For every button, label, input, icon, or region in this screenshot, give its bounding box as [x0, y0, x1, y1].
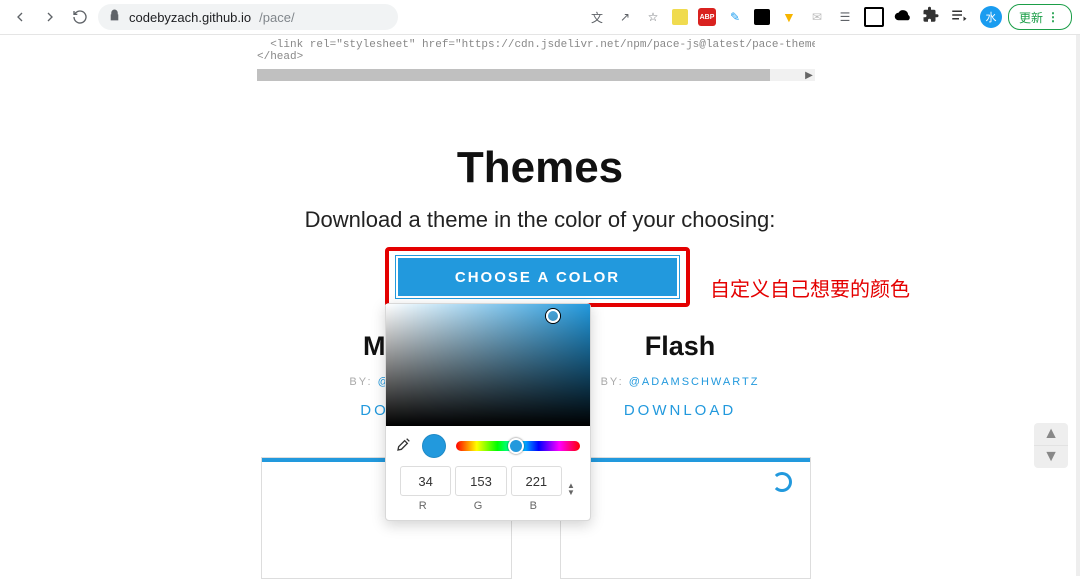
- menu-extension-icon[interactable]: ☰: [836, 8, 854, 26]
- code-horizontal-scrollbar[interactable]: ▶: [257, 69, 815, 81]
- forward-button[interactable]: [38, 5, 62, 29]
- download-extension-icon[interactable]: ▼: [780, 8, 798, 26]
- cloud-extension-icon[interactable]: [894, 6, 912, 29]
- scroll-down-button[interactable]: ▼: [1034, 446, 1068, 468]
- vertical-scrollbar[interactable]: [1076, 35, 1080, 576]
- r-input[interactable]: [400, 466, 451, 496]
- author-link[interactable]: @ADAMSCHWARTZ: [629, 376, 760, 388]
- preview-progress-bar: [561, 458, 810, 462]
- eyedropper-icon[interactable]: [396, 436, 412, 457]
- color-mode-stepper[interactable]: ▲ ▼: [566, 466, 576, 512]
- by-label: BY:: [601, 376, 624, 388]
- lock-icon: [108, 9, 121, 25]
- grid-extension-icon[interactable]: [754, 9, 770, 25]
- chevron-down-icon: ▼: [567, 489, 575, 496]
- update-label: 更新: [1019, 9, 1043, 26]
- share-icon[interactable]: ↗: [616, 8, 634, 26]
- r-label: R: [400, 500, 445, 512]
- address-bar[interactable]: codebyzach.github.io/pace/: [98, 4, 398, 30]
- translate-icon[interactable]: 文: [588, 8, 606, 26]
- download-link[interactable]: DOWNLOAD: [624, 402, 736, 419]
- theme-preview-flash: [560, 457, 811, 579]
- choose-color-button[interactable]: CHOOSE A COLOR: [396, 256, 679, 298]
- sv-handle[interactable]: [546, 309, 560, 323]
- g-input[interactable]: [455, 466, 506, 496]
- scroll-up-button[interactable]: ▲: [1034, 423, 1068, 446]
- update-button[interactable]: 更新 ⋮: [1008, 4, 1072, 30]
- url-host: codebyzach.github.io: [129, 10, 251, 25]
- page-body: <link rel="stylesheet" href="https://cdn…: [0, 35, 1080, 576]
- pencil-icon[interactable]: ✎: [726, 8, 744, 26]
- color-picker: R G B ▲ ▼: [385, 303, 591, 521]
- url-path: /pace/: [259, 10, 294, 25]
- mail-extension-icon[interactable]: ✉: [808, 8, 826, 26]
- b-input[interactable]: [511, 466, 562, 496]
- section-subtitle: Download a theme in the color of your ch…: [0, 207, 1080, 233]
- current-color-swatch: [422, 434, 446, 458]
- reload-button[interactable]: [68, 5, 92, 29]
- theme-name: Flash: [570, 331, 790, 362]
- back-button[interactable]: [8, 5, 32, 29]
- section-heading: Themes: [0, 143, 1080, 193]
- b-label: B: [511, 500, 556, 512]
- abp-extension-icon[interactable]: ABP: [698, 8, 716, 26]
- hue-handle[interactable]: [508, 438, 524, 454]
- annotation-text: 自定义自己想要的颜色: [710, 273, 910, 302]
- bookmark-star-icon[interactable]: ☆: [644, 8, 662, 26]
- scrollbar-thumb[interactable]: [257, 69, 770, 81]
- by-label: BY:: [349, 376, 372, 388]
- reading-list-icon[interactable]: [950, 6, 968, 29]
- extensions-icon[interactable]: [922, 6, 940, 29]
- hue-slider[interactable]: [456, 441, 580, 451]
- g-label: G: [455, 500, 500, 512]
- preview-spinner-icon: [772, 472, 792, 492]
- profile-avatar[interactable]: 水: [980, 6, 1002, 28]
- code-snippet: <link rel="stylesheet" href="https://cdn…: [257, 39, 815, 63]
- extension-icons: 文 ↗ ☆ ABP ✎ ▼ ✉ ☰: [588, 6, 968, 29]
- page-scroll-buttons: ▲ ▼: [1034, 423, 1068, 468]
- saturation-value-area[interactable]: [386, 304, 590, 426]
- annotation-highlight-box: CHOOSE A COLOR: [385, 247, 690, 307]
- scrollbar-right-arrow-icon[interactable]: ▶: [803, 69, 815, 81]
- browser-toolbar: codebyzach.github.io/pace/ 文 ↗ ☆ ABP ✎ ▼…: [0, 0, 1080, 35]
- theme-card-flash: Flash BY: @ADAMSCHWARTZ DOWNLOAD: [570, 331, 790, 420]
- square-extension-icon[interactable]: [864, 7, 884, 27]
- js-extension-icon[interactable]: [672, 9, 688, 25]
- menu-dots-icon: ⋮: [1047, 10, 1061, 24]
